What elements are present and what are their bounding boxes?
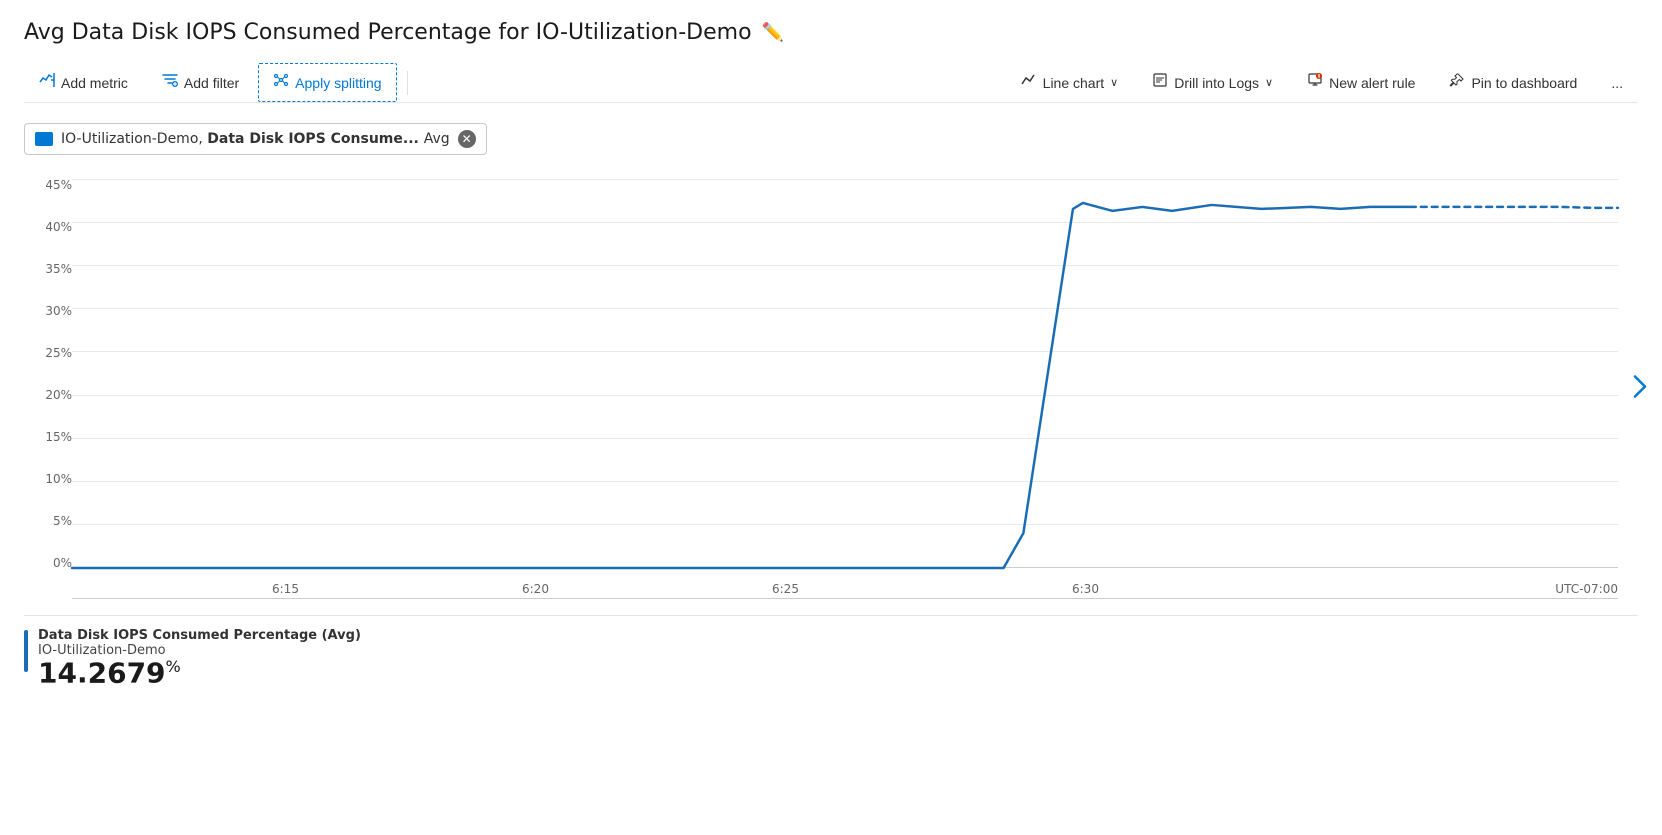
legend-details: Data Disk IOPS Consumed Percentage (Avg)… xyxy=(38,628,361,689)
toolbar: Add metric Add filter xyxy=(24,63,1638,103)
new-alert-rule-button[interactable]: New alert rule xyxy=(1292,63,1430,102)
legend-color-bar xyxy=(24,630,28,672)
apply-splitting-icon xyxy=(273,72,289,93)
drill-into-logs-button[interactable]: Drill into Logs ∨ xyxy=(1137,63,1288,102)
add-metric-button[interactable]: Add metric xyxy=(24,63,143,102)
drill-logs-chevron: ∨ xyxy=(1265,76,1273,89)
toolbar-separator-1 xyxy=(407,71,408,95)
vm-icon xyxy=(35,132,53,146)
metric-pill-vm-name: IO-Utilization-Demo, Data Disk IOPS Cons… xyxy=(61,131,450,147)
metric-pill-close-button[interactable]: ✕ xyxy=(458,130,476,148)
apply-splitting-button[interactable]: Apply splitting xyxy=(258,63,396,102)
page-title: Avg Data Disk IOPS Consumed Percentage f… xyxy=(24,20,1638,45)
chart-nav-right-button[interactable] xyxy=(1632,373,1648,406)
legend-item: Data Disk IOPS Consumed Percentage (Avg)… xyxy=(24,628,1638,689)
line-chart-chevron: ∨ xyxy=(1110,76,1118,89)
toolbar-right: Line chart ∨ Drill into Logs ∨ xyxy=(1006,63,1638,102)
add-filter-icon xyxy=(162,72,178,93)
new-alert-icon xyxy=(1307,72,1323,93)
drill-into-logs-icon xyxy=(1152,72,1168,93)
chart-area: 45% 40% 35% 30% 25% 20% 15% 10% 5% 0% xyxy=(24,179,1638,599)
legend-value: 14.2679% xyxy=(38,658,361,689)
pin-icon xyxy=(1449,72,1465,93)
add-metric-icon xyxy=(39,72,55,93)
more-options-button[interactable]: ... xyxy=(1596,66,1638,100)
pin-to-dashboard-button[interactable]: Pin to dashboard xyxy=(1434,63,1592,102)
chart-inner: 6:15 6:20 6:25 6:30 UTC-07:00 xyxy=(72,179,1618,599)
metric-pill-metric-name: Data Disk IOPS Consume... xyxy=(207,131,423,147)
chart-container: 45% 40% 35% 30% 25% 20% 15% 10% 5% 0% xyxy=(24,179,1618,599)
legend-area: Data Disk IOPS Consumed Percentage (Avg)… xyxy=(24,615,1638,689)
x-labels: 6:15 6:20 6:25 6:30 xyxy=(72,582,1618,596)
edit-title-icon[interactable]: ✏️ xyxy=(762,22,784,43)
x-axis: 6:15 6:20 6:25 6:30 UTC-07:00 xyxy=(72,568,1618,598)
line-chart-button[interactable]: Line chart ∨ xyxy=(1006,63,1134,102)
y-axis: 45% 40% 35% 30% 25% 20% 15% 10% 5% 0% xyxy=(24,179,72,599)
add-filter-button[interactable]: Add filter xyxy=(147,63,254,102)
chart-svg xyxy=(72,179,1618,568)
line-chart-icon xyxy=(1021,72,1037,93)
metric-pill: IO-Utilization-Demo, Data Disk IOPS Cons… xyxy=(24,123,487,155)
legend-title: Data Disk IOPS Consumed Percentage (Avg) xyxy=(38,628,361,643)
utc-label: UTC-07:00 xyxy=(1555,582,1618,596)
